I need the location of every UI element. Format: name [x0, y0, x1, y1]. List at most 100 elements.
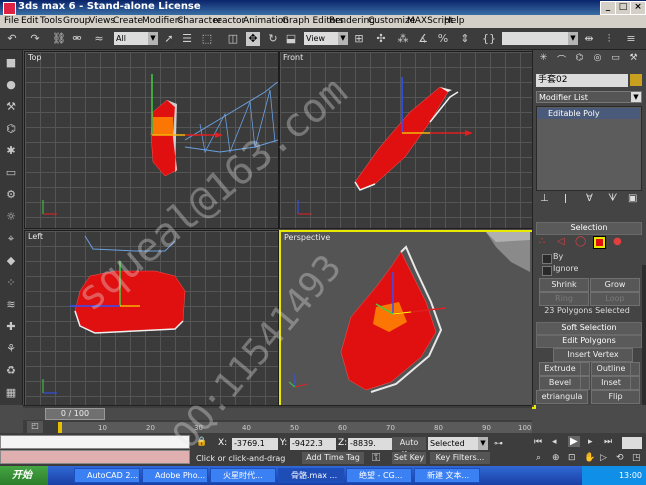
light-icon[interactable]: ☼: [4, 210, 18, 224]
align-icon[interactable]: ⫶: [602, 32, 616, 46]
material-icon[interactable]: ▦: [4, 386, 18, 400]
modifier-stack[interactable]: Editable Poly: [536, 106, 642, 191]
angle-snap-icon[interactable]: ∡: [416, 32, 430, 46]
select-by-name-icon[interactable]: ☰: [180, 32, 194, 46]
time-slider-thumb[interactable]: 0 / 100: [45, 408, 105, 420]
region-select-icon[interactable]: ⬚: [200, 32, 214, 46]
configure-sets-icon[interactable]: ▣: [628, 193, 637, 204]
stack-item-editable-poly[interactable]: Editable Poly: [538, 108, 640, 119]
camera-icon[interactable]: ⌖: [4, 232, 18, 246]
named-selection-icon[interactable]: {}: [482, 32, 496, 46]
soft-selection-rollout-header[interactable]: Soft Selection: [536, 322, 642, 335]
maxscript-output[interactable]: [0, 450, 190, 464]
outline-settings-icon[interactable]: [630, 362, 640, 376]
flip-button[interactable]: Flip: [591, 390, 640, 404]
viewport-top[interactable]: Top: [24, 51, 279, 229]
zoom-icon[interactable]: ⌕: [536, 453, 541, 463]
viewport-perspective[interactable]: Perspective: [279, 230, 536, 409]
object-name-field[interactable]: 手套02: [536, 74, 628, 87]
polygon-mode-icon[interactable]: [593, 236, 606, 249]
auto-key-button[interactable]: Auto Key: [392, 437, 426, 459]
add-time-tag-button[interactable]: Add Time Tag: [302, 452, 364, 464]
hierarchy-icon[interactable]: ⌬: [4, 122, 18, 136]
insert-vertex-button[interactable]: Insert Vertex: [553, 348, 633, 362]
menu-file[interactable]: File: [4, 16, 19, 26]
redo-icon[interactable]: ↷: [28, 32, 42, 46]
bevel-settings-icon[interactable]: [580, 376, 590, 390]
modifier-list-dropdown[interactable]: Modifier List ▼: [536, 91, 642, 103]
utilities-icon[interactable]: ⚙: [4, 188, 18, 202]
border-mode-icon[interactable]: ◯: [575, 236, 586, 247]
motion-tab-icon[interactable]: ◎: [590, 53, 605, 65]
move-icon[interactable]: ✥: [246, 32, 260, 46]
ignore-backfacing-checkbox[interactable]: [542, 266, 552, 276]
extrude-settings-icon[interactable]: [580, 362, 590, 376]
x-coordinate-field[interactable]: -3769.1: [232, 438, 278, 450]
shape-icon[interactable]: ◆: [4, 254, 18, 268]
retriangulate-button[interactable]: etriangula: [536, 390, 588, 404]
taskbar-item-3dsmax[interactable]: 骨骼.max ...: [278, 468, 344, 483]
pin-stack-icon[interactable]: ⊥: [540, 193, 549, 204]
window-crossing-icon[interactable]: ◫: [226, 32, 240, 46]
viewport-front[interactable]: Front: [279, 51, 534, 229]
undo-icon[interactable]: ↶: [5, 32, 19, 46]
set-key-icon[interactable]: ⊶: [494, 439, 503, 449]
previous-frame-icon[interactable]: ◂: [552, 437, 557, 447]
edge-mode-icon[interactable]: ◁: [557, 236, 565, 247]
arc-rotate-icon[interactable]: ⟲: [616, 453, 624, 463]
go-to-start-icon[interactable]: ⏮: [534, 437, 542, 447]
y-coordinate-field[interactable]: -9422.3: [290, 438, 336, 450]
select-icon[interactable]: ➚: [162, 32, 176, 46]
remove-modifier-icon[interactable]: ᗐ: [608, 193, 617, 204]
start-button[interactable]: 开始: [0, 466, 48, 485]
set-key-button[interactable]: Set Key: [392, 452, 426, 464]
display-icon[interactable]: ▭: [4, 166, 18, 180]
zoom-all-icon[interactable]: ⊕: [552, 453, 560, 463]
menu-group[interactable]: Group: [63, 16, 90, 26]
by-vertex-checkbox[interactable]: [542, 254, 552, 264]
key-filters-button[interactable]: Key Filters...: [430, 452, 490, 464]
snap-3d-icon[interactable]: ⁂: [396, 32, 410, 46]
maximize-button[interactable]: □: [615, 1, 631, 15]
go-to-end-icon[interactable]: ⏭: [604, 437, 612, 447]
unlink-icon[interactable]: ⚮: [70, 32, 84, 46]
inset-settings-icon[interactable]: [630, 376, 640, 390]
spacewarp-icon[interactable]: ≋: [4, 298, 18, 312]
reference-coord-dropdown[interactable]: View ▼: [304, 32, 348, 45]
create-tab-icon[interactable]: ✳: [536, 53, 551, 65]
play-icon[interactable]: ▶: [568, 436, 580, 447]
zoom-extents-icon[interactable]: ⊡: [568, 453, 576, 463]
grow-button[interactable]: Grow: [590, 278, 640, 292]
named-selection-sets-dropdown[interactable]: ▼: [502, 32, 578, 45]
taskbar-item-photoshop[interactable]: Adobe Pho...: [142, 468, 208, 483]
selection-filter-dropdown[interactable]: All ▼: [114, 32, 158, 45]
spinner-snap-icon[interactable]: ⇕: [458, 32, 472, 46]
bind-spacewarp-icon[interactable]: ≈: [92, 32, 106, 46]
menu-help[interactable]: Help: [444, 16, 465, 26]
taskbar-item-autocad[interactable]: AutoCAD 2...: [74, 468, 140, 483]
panel-scrollbar[interactable]: [642, 265, 646, 405]
shrink-button[interactable]: Shrink: [539, 278, 589, 292]
object-color-swatch[interactable]: [630, 74, 642, 86]
link-icon[interactable]: ⛓: [52, 32, 66, 46]
next-frame-icon[interactable]: ▸: [588, 437, 593, 447]
motion-icon[interactable]: ✱: [4, 144, 18, 158]
bevel-button[interactable]: Bevel: [539, 376, 581, 390]
inset-button[interactable]: Inset: [591, 376, 631, 390]
menu-create[interactable]: Create: [113, 16, 143, 26]
wrench-icon[interactable]: ⚒: [4, 100, 18, 114]
taskbar-item-browser[interactable]: 绝望 - CG...: [346, 468, 412, 483]
sphere-icon[interactable]: ●: [4, 78, 18, 92]
show-end-result-icon[interactable]: ǀ: [564, 193, 567, 204]
systems-icon[interactable]: ⚘: [4, 342, 18, 356]
field-of-view-icon[interactable]: ▷: [600, 453, 607, 463]
z-coordinate-field[interactable]: -8839.: [348, 438, 392, 450]
utilities-tab-icon[interactable]: ⚒: [626, 53, 641, 65]
taskbar-item-hxsd[interactable]: 火星时代...: [210, 468, 276, 483]
viewport-left[interactable]: Left: [24, 230, 279, 407]
element-mode-icon[interactable]: ●: [613, 236, 622, 247]
current-frame-field[interactable]: [622, 437, 642, 449]
make-unique-icon[interactable]: ∀: [586, 193, 593, 204]
menu-edit[interactable]: Edit: [21, 16, 38, 26]
particles-icon[interactable]: ⁘: [4, 276, 18, 290]
